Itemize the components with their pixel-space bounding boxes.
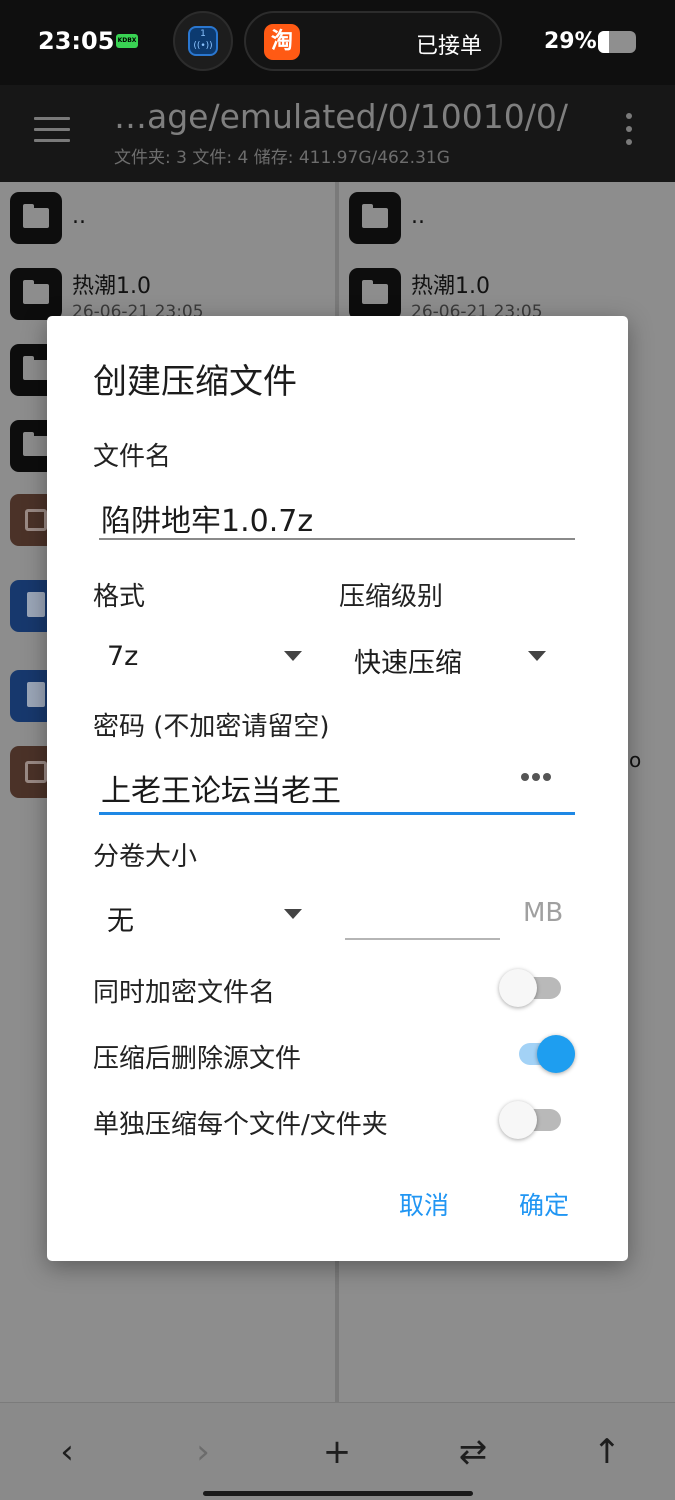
battery-fill [598, 31, 610, 53]
password-label: 密码 (不加密请留空) [93, 712, 330, 742]
swap-panes-icon[interactable]: ⇄ [448, 1427, 498, 1477]
battery-icon [598, 31, 636, 53]
status-bar: 23:05 KDBX 1 ((•)) 淘 已接单 29% [0, 0, 675, 85]
file-name-fragment: o [629, 748, 642, 772]
password-input[interactable]: 上老王论坛当老王 [101, 766, 341, 810]
path-stats: 文件夹: 3 文件: 4 储存: 411.97G/462.31G [114, 148, 450, 168]
folder-icon [10, 192, 62, 244]
taobao-icon: 淘 [264, 24, 300, 60]
parent-dir-label: .. [72, 204, 86, 229]
radio-island[interactable]: 1 ((•)) [173, 11, 233, 71]
kdbx-icon: KDBX [116, 34, 138, 48]
split-unit-label: MB [523, 898, 564, 928]
level-label: 压缩级别 [339, 582, 444, 612]
parent-dir-label: .. [411, 204, 425, 229]
confirm-button[interactable]: 确定 [519, 1186, 569, 1222]
split-size-input[interactable] [345, 938, 500, 940]
add-icon[interactable]: + [312, 1427, 362, 1477]
battery-percent: 29% [544, 29, 597, 54]
current-path: …age/emulated/0/10010/0/ [114, 97, 568, 136]
create-archive-dialog: 创建压缩文件 文件名 陷阱地牢1.0.7z 格式 压缩级别 7z 快速压缩 密码… [47, 316, 628, 1261]
split-label: 分卷大小 [93, 842, 198, 872]
format-label: 格式 [93, 582, 146, 612]
taobao-island[interactable]: 淘 已接单 [244, 11, 502, 71]
more-options-icon[interactable] [624, 113, 634, 153]
hamburger-menu-icon[interactable] [34, 117, 70, 143]
app-toolbar: …age/emulated/0/10010/0/ 文件夹: 3 文件: 4 储存… [0, 85, 675, 182]
parent-dir-row[interactable]: .. [0, 192, 335, 256]
home-indicator[interactable] [203, 1491, 473, 1496]
separate-archive-toggle[interactable] [499, 1100, 561, 1140]
back-icon[interactable]: ‹ [42, 1427, 92, 1477]
format-value: 7z [107, 641, 139, 672]
filename-underline [99, 538, 575, 540]
order-status: 已接单 [415, 34, 482, 59]
dialog-title: 创建压缩文件 [93, 362, 297, 402]
delete-source-label: 压缩后删除源文件 [93, 1044, 302, 1074]
filename-label: 文件名 [93, 442, 172, 472]
radio-number: 1 [200, 29, 206, 39]
status-time: 23:05 [38, 27, 115, 55]
filename-input[interactable]: 陷阱地牢1.0.7z [101, 496, 313, 540]
folder-icon [349, 268, 401, 320]
split-value: 无 [107, 906, 134, 937]
level-value: 快速压缩 [354, 648, 462, 679]
encrypt-names-label: 同时加密文件名 [93, 978, 276, 1008]
chevron-down-icon [528, 651, 546, 661]
chevron-down-icon [284, 651, 302, 661]
forward-icon[interactable]: › [178, 1427, 228, 1477]
folder-icon [10, 268, 62, 320]
up-directory-icon[interactable]: ↑ [582, 1427, 632, 1477]
encrypt-names-toggle[interactable] [499, 968, 561, 1008]
radio-broadcast-icon: 1 ((•)) [188, 26, 218, 56]
separate-archive-label: 单独压缩每个文件/文件夹 [93, 1110, 388, 1140]
cancel-button[interactable]: 取消 [399, 1186, 449, 1222]
password-underline [99, 812, 575, 815]
file-name: 热潮1.0 [72, 274, 151, 299]
parent-dir-row[interactable]: .. [339, 192, 675, 256]
password-visibility-icon[interactable] [521, 773, 555, 783]
folder-icon [349, 192, 401, 244]
chevron-down-icon [284, 909, 302, 919]
delete-source-toggle[interactable] [513, 1034, 575, 1074]
file-name: 热潮1.0 [411, 274, 490, 299]
bottom-navigation: ‹ › + ⇄ ↑ [0, 1402, 675, 1500]
